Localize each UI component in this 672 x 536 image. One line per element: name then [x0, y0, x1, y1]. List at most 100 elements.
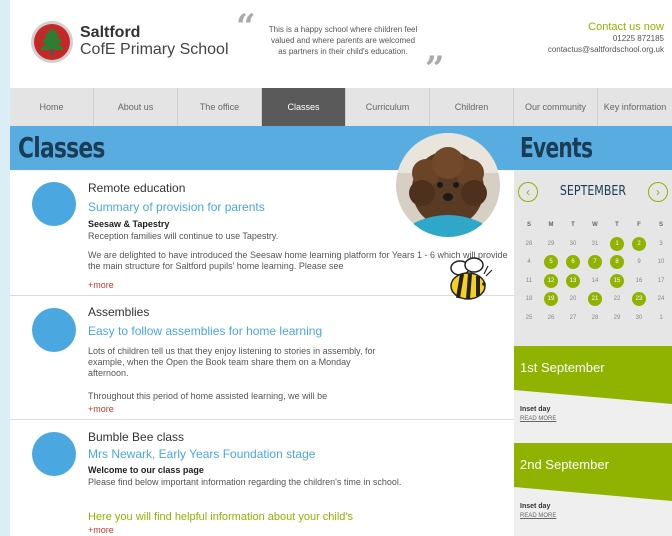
calendar-week-row: 28 29 30 31 1 2 3: [518, 235, 672, 254]
calendar-weekday-row: SMTWTFS: [518, 216, 672, 235]
post-assemblies: Assemblies Easy to follow assemblies for…: [10, 296, 514, 420]
calendar-day[interactable]: 1: [650, 309, 672, 327]
calendar-day[interactable]: 14: [584, 272, 606, 290]
chevron-left-icon[interactable]: ‹: [518, 182, 538, 202]
calendar-weekday: T: [571, 222, 575, 228]
calendar-day[interactable]: 29: [606, 309, 628, 327]
calendar-day-number: 10: [657, 259, 665, 265]
calendar-day[interactable]: 30: [562, 235, 584, 253]
event-date-band[interactable]: 2nd September: [514, 443, 672, 501]
calendar-weekday: S: [526, 222, 531, 228]
calendar-day-number: 16: [635, 277, 643, 284]
post-title[interactable]: Assemblies: [88, 305, 149, 319]
post-paragraph: Please find below important information …: [88, 477, 402, 487]
calendar-day-number: 1: [610, 236, 624, 251]
calendar-day[interactable]: 16: [628, 272, 650, 290]
calendar-day[interactable]: 28: [584, 309, 606, 327]
calendar-event-day[interactable]: 21: [584, 290, 606, 308]
calendar-day[interactable]: 28: [518, 235, 540, 253]
calendar-day-number: 9: [637, 259, 641, 265]
nav-the-office[interactable]: The office: [178, 88, 262, 126]
school-tagline: This is a happy school where children fe…: [268, 25, 418, 56]
calendar-day[interactable]: 30: [628, 309, 650, 327]
calendar-day-number: 17: [657, 277, 665, 284]
nav-home[interactable]: Home: [10, 88, 94, 126]
contact-title[interactable]: Contact us now: [548, 21, 664, 33]
calendar-day[interactable]: 18: [518, 290, 540, 308]
calendar-event-day[interactable]: 2: [628, 235, 650, 253]
more-link[interactable]: +more: [88, 280, 114, 291]
calendar-weekday: S: [658, 222, 663, 228]
calendar-day[interactable]: 9: [628, 253, 650, 271]
calendar-day-number: 29: [547, 240, 555, 247]
calendar-day-number: 11: [525, 277, 533, 284]
calendar-weekday: F: [637, 222, 641, 228]
events-header: Events: [514, 126, 672, 170]
post-title[interactable]: Remote education: [88, 181, 185, 195]
calendar-event-day[interactable]: 5: [540, 253, 562, 271]
calendar-day-number: 4: [527, 259, 531, 265]
post-subtitle[interactable]: Summary of provision for parents: [88, 200, 265, 214]
post-thumbnail[interactable]: [32, 308, 76, 352]
calendar-day[interactable]: 27: [562, 309, 584, 327]
read-more-link[interactable]: READ MORE: [520, 415, 556, 423]
nav-curriculum[interactable]: Curriculum: [346, 88, 430, 126]
calendar-event-day[interactable]: 8: [606, 253, 628, 271]
nav-our-community[interactable]: Our community: [514, 88, 598, 126]
calendar-day-number: 14: [591, 277, 599, 284]
school-name[interactable]: Saltford: [80, 25, 140, 41]
read-more-link[interactable]: READ MORE: [520, 512, 556, 520]
calendar-day[interactable]: 29: [540, 235, 562, 253]
calendar-day[interactable]: 26: [540, 309, 562, 327]
nav-children[interactable]: Children: [430, 88, 514, 126]
dog-photo[interactable]: [396, 133, 500, 237]
post-title[interactable]: Bumble Bee class: [88, 430, 184, 444]
event-name: Inset day: [520, 503, 551, 510]
calendar-event-day[interactable]: 6: [562, 253, 584, 271]
calendar-day-number: 13: [566, 273, 580, 288]
calendar-event-day[interactable]: 19: [540, 290, 562, 308]
more-link[interactable]: +more: [88, 404, 114, 415]
calendar-day[interactable]: 24: [650, 290, 672, 308]
calendar-day[interactable]: 17: [650, 272, 672, 290]
post-thumbnail[interactable]: [32, 182, 76, 226]
nav-classes[interactable]: Classes: [262, 88, 346, 126]
post-paragraph-2: Throughout this period of home assisted …: [88, 391, 328, 401]
event-name: Inset day: [520, 406, 551, 413]
calendar-week-row: 25 26 27 28 29 30 1: [518, 309, 672, 328]
calendar-day-number: 30: [635, 314, 643, 321]
school-subtitle[interactable]: CofE Primary School: [80, 41, 229, 59]
email-link[interactable]: contactus@saltfordschool.org.uk: [548, 45, 664, 54]
post-subtitle[interactable]: Mrs Newark, Early Years Foundation stage: [88, 447, 315, 461]
calendar-day-number: 23: [632, 292, 646, 306]
calendar-event-day[interactable]: 1: [606, 235, 628, 253]
calendar-day[interactable]: 20: [562, 290, 584, 308]
calendar-day[interactable]: 10: [650, 253, 672, 271]
post-thumbnail[interactable]: [32, 432, 76, 476]
school-crest-icon[interactable]: [30, 20, 74, 64]
post-heading: Seesaw & Tapestry: [88, 219, 170, 229]
chevron-right-icon[interactable]: ›: [648, 182, 668, 202]
post-paragraph: Lots of children tell us that they enjoy…: [88, 346, 376, 378]
calendar-event-day[interactable]: 15: [606, 272, 628, 290]
nav-about-us[interactable]: About us: [94, 88, 178, 126]
post-subtitle[interactable]: Easy to follow assemblies for home learn…: [88, 324, 322, 338]
calendar-day[interactable]: 11: [518, 272, 540, 290]
calendar-day-number: 20: [569, 296, 577, 302]
calendar-event-day[interactable]: 13: [562, 272, 584, 290]
event-date-band[interactable]: 1st September: [514, 346, 672, 404]
calendar-day[interactable]: 25: [518, 309, 540, 327]
more-link[interactable]: +more: [88, 525, 114, 536]
post-bumble-bee-class: Bumble Bee class Mrs Newark, Early Years…: [10, 420, 514, 536]
calendar: ‹ SEPTEMBER › S M T W T F S 28 29 30 31 1 2 3 4 5 6 7 8 9 10…: [514, 170, 672, 346]
calendar-event-day[interactable]: 23: [628, 290, 650, 308]
calendar-day[interactable]: 31: [584, 235, 606, 253]
calendar-event-day[interactable]: 12: [540, 272, 562, 290]
site-header: Saltford CofE Primary School “ This is a…: [10, 0, 672, 86]
calendar-day[interactable]: 3: [650, 235, 672, 253]
nav-key-information[interactable]: Key information: [598, 88, 672, 126]
contact-block: Contact us now 01225 872185 contactus@sa…: [548, 21, 664, 55]
calendar-day[interactable]: 4: [518, 253, 540, 271]
calendar-day[interactable]: 22: [606, 290, 628, 308]
calendar-event-day[interactable]: 7: [584, 253, 606, 271]
